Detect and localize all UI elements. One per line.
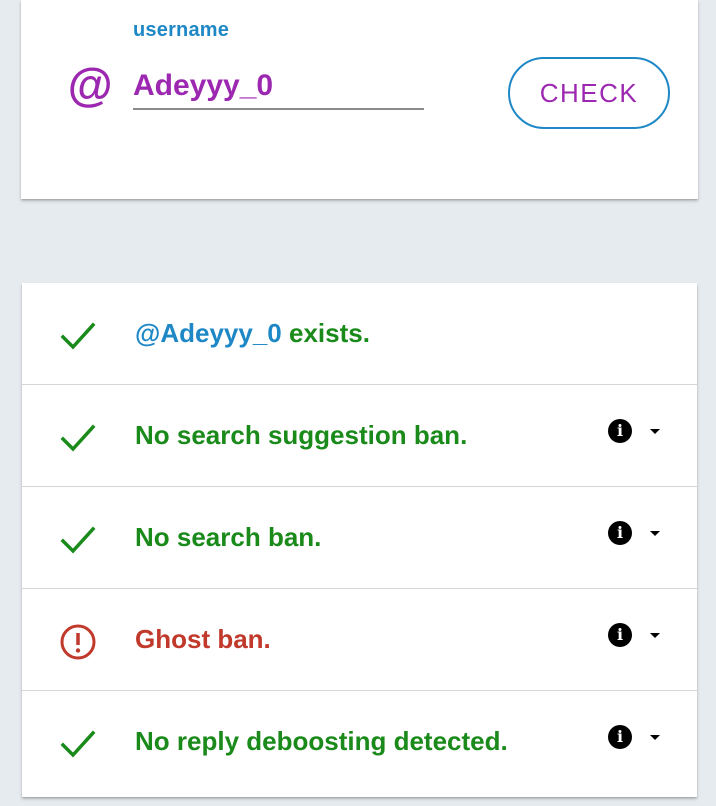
result-row-reply-deboosting: No reply deboosting detected. i (22, 691, 697, 793)
username-handle: @Adeyyy_0 (135, 318, 282, 348)
result-text-search-suggestion-ban: No search suggestion ban. (135, 420, 468, 450)
username-input[interactable] (133, 64, 424, 110)
result-row-exists: @Adeyyy_0 exists. (22, 283, 697, 385)
info-icon[interactable]: i (608, 521, 632, 545)
check-icon (60, 322, 96, 350)
result-text-reply-deboosting: No reply deboosting detected. (135, 726, 508, 756)
result-text-exists: @Adeyyy_0 exists. (135, 283, 370, 383)
username-card: username @ CHECK (21, 0, 698, 199)
check-button[interactable]: CHECK (508, 57, 670, 129)
result-row-ghost-ban: Ghost ban. i (22, 589, 697, 691)
result-text-search-ban: No search ban. (135, 522, 322, 552)
check-icon (60, 424, 96, 452)
info-icon[interactable]: i (608, 623, 632, 647)
result-row-search-ban: No search ban. i (22, 487, 697, 589)
username-label: username (133, 19, 230, 41)
dropdown-arrow-icon[interactable] (650, 735, 660, 740)
result-text-ghost-ban: Ghost ban. (135, 624, 271, 654)
check-icon (60, 730, 96, 758)
results-card: @Adeyyy_0 exists. No search suggestion b… (22, 283, 697, 797)
dropdown-arrow-icon[interactable] (650, 633, 660, 638)
alert-circle-icon (60, 624, 96, 660)
dropdown-arrow-icon[interactable] (650, 429, 660, 434)
result-row-search-suggestion-ban: No search suggestion ban. i (22, 385, 697, 487)
exists-text: exists. (281, 318, 370, 348)
check-icon (60, 526, 96, 554)
dropdown-arrow-icon[interactable] (650, 531, 660, 536)
info-icon[interactable]: i (608, 419, 632, 443)
at-icon: @ (67, 59, 112, 111)
info-icon[interactable]: i (608, 725, 632, 749)
